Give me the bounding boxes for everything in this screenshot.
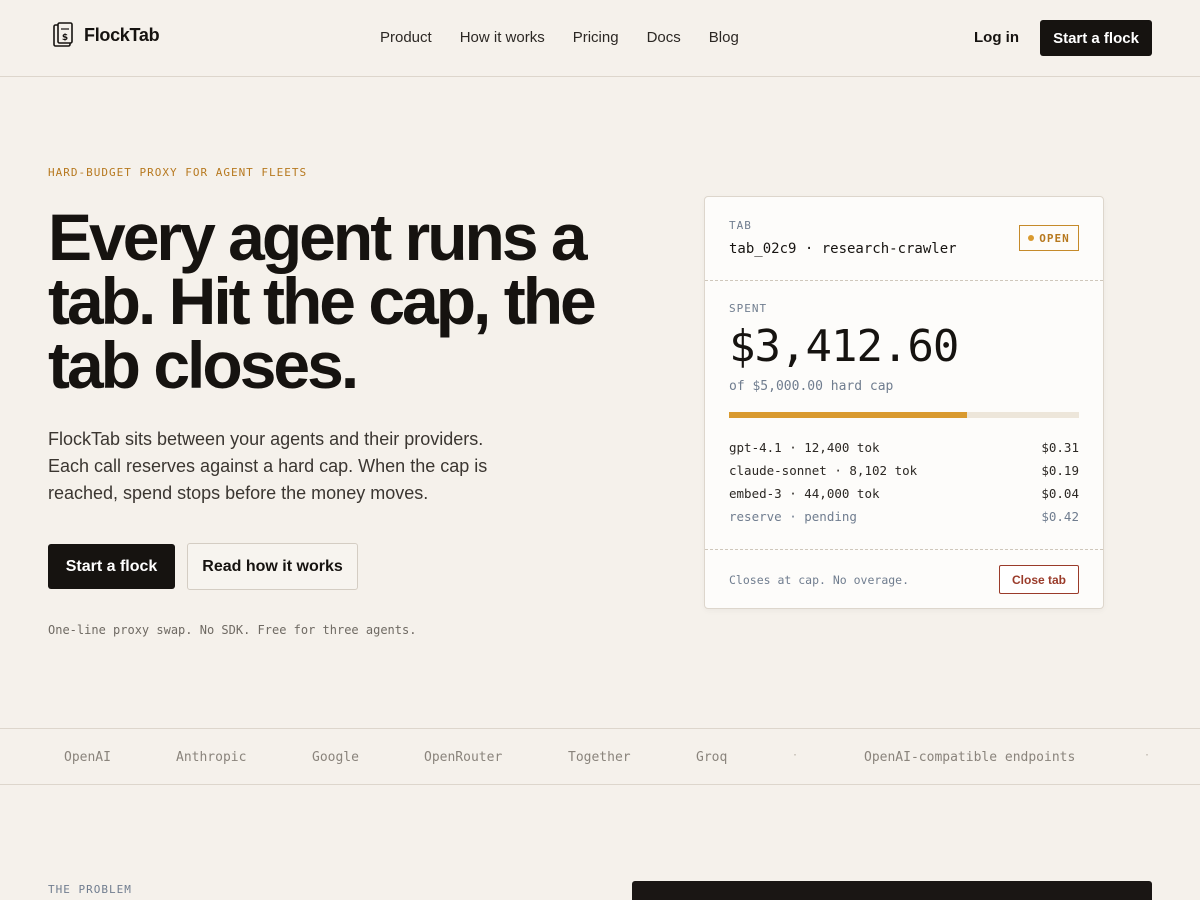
svg-text:$: $ — [62, 33, 68, 43]
ledger-item: gpt-4.1 · 12,400 tok — [729, 440, 880, 455]
nav-pricing[interactable]: Pricing — [573, 29, 619, 46]
separator-dot-icon: · — [792, 750, 799, 761]
tab-card: TAB tab_02c9 · research-crawler OPEN SPE… — [704, 196, 1104, 609]
closes-at-cap-text: Closes at cap. No overage. — [729, 573, 910, 587]
login-link[interactable]: Log in — [974, 29, 1019, 46]
budget-progress-fill — [729, 412, 967, 418]
provider-groq: Groq — [696, 750, 728, 765]
ledger-amount: $0.31 — [1041, 440, 1079, 455]
provider-together: Together — [568, 750, 631, 765]
provider-openai: OpenAI — [64, 750, 111, 765]
spent-amount: $3,412.60 — [729, 321, 959, 372]
problem-dark-panel — [632, 881, 1152, 900]
ledger-item: embed-3 · 44,000 tok — [729, 486, 880, 501]
brand-name: FlockTab — [84, 24, 160, 45]
header-start-flock-button[interactable]: Start a flock — [1040, 20, 1152, 56]
separator-dot-icon: · — [1144, 750, 1151, 761]
provider-google: Google — [312, 750, 359, 765]
spent-label: SPENT — [729, 302, 768, 315]
ledger-amount: $0.42 — [1041, 509, 1079, 524]
ledger-amount: $0.04 — [1041, 486, 1079, 501]
hard-cap-text: of $5,000.00 hard cap — [729, 379, 894, 394]
nav-docs[interactable]: Docs — [647, 29, 681, 46]
dot-icon — [1028, 235, 1035, 241]
nav-how-it-works[interactable]: How it works — [460, 29, 545, 46]
start-flock-button[interactable]: Start a flock — [48, 544, 175, 589]
hero-title: Every agent runs a tab. Hit the cap, the… — [48, 200, 597, 402]
providers-strip: OpenAI Anthropic Google OpenRouter Toget… — [0, 728, 1200, 785]
hero-subtitle: FlockTab sits between your agents and th… — [48, 429, 488, 503]
provider-openrouter: OpenRouter — [424, 750, 503, 765]
ledger-list: gpt-4.1 · 12,400 tok $0.31 claude-sonnet… — [729, 440, 1079, 532]
read-how-it-works-button[interactable]: Read how it works — [187, 543, 358, 590]
problem-eyebrow: THE PROBLEM — [48, 883, 132, 896]
brand-logo[interactable]: $ FlockTab — [50, 22, 160, 48]
nav-blog[interactable]: Blog — [709, 29, 739, 46]
nav-product[interactable]: Product — [380, 29, 432, 46]
tab-id: tab_02c9 · research-crawler — [729, 241, 957, 257]
ledger-item: reserve · pending — [729, 509, 857, 524]
tab-card-footer: Closes at cap. No overage. Close tab — [705, 549, 1103, 608]
ledger-row-pending: reserve · pending $0.42 — [729, 509, 1079, 532]
site-header: $ FlockTab Product How it works Pricing … — [0, 0, 1200, 77]
ledger-item: claude-sonnet · 8,102 tok — [729, 463, 918, 478]
hero-eyebrow: HARD-BUDGET PROXY FOR AGENT FLEETS — [48, 166, 308, 179]
hero-fineprint: One-line proxy swap. No SDK. Free for th… — [48, 623, 417, 637]
ticket-stub-icon: $ — [53, 22, 73, 47]
status-badge: OPEN — [1019, 225, 1079, 251]
provider-anthropic: Anthropic — [176, 750, 247, 765]
ledger-row: gpt-4.1 · 12,400 tok $0.31 — [729, 440, 1079, 463]
ledger-row: claude-sonnet · 8,102 tok $0.19 — [729, 463, 1079, 486]
provider-openai-compatible: OpenAI-compatible endpoints — [864, 750, 1076, 765]
ledger-row: embed-3 · 44,000 tok $0.04 — [729, 486, 1079, 509]
status-text: OPEN — [1039, 231, 1070, 245]
ledger-amount: $0.19 — [1041, 463, 1079, 478]
tab-card-header: TAB tab_02c9 · research-crawler OPEN — [705, 197, 1103, 281]
tab-label: TAB — [729, 219, 752, 232]
close-tab-button[interactable]: Close tab — [999, 565, 1079, 594]
main-nav: Product How it works Pricing Docs Blog — [380, 29, 739, 46]
budget-progress-bar — [729, 412, 1079, 418]
